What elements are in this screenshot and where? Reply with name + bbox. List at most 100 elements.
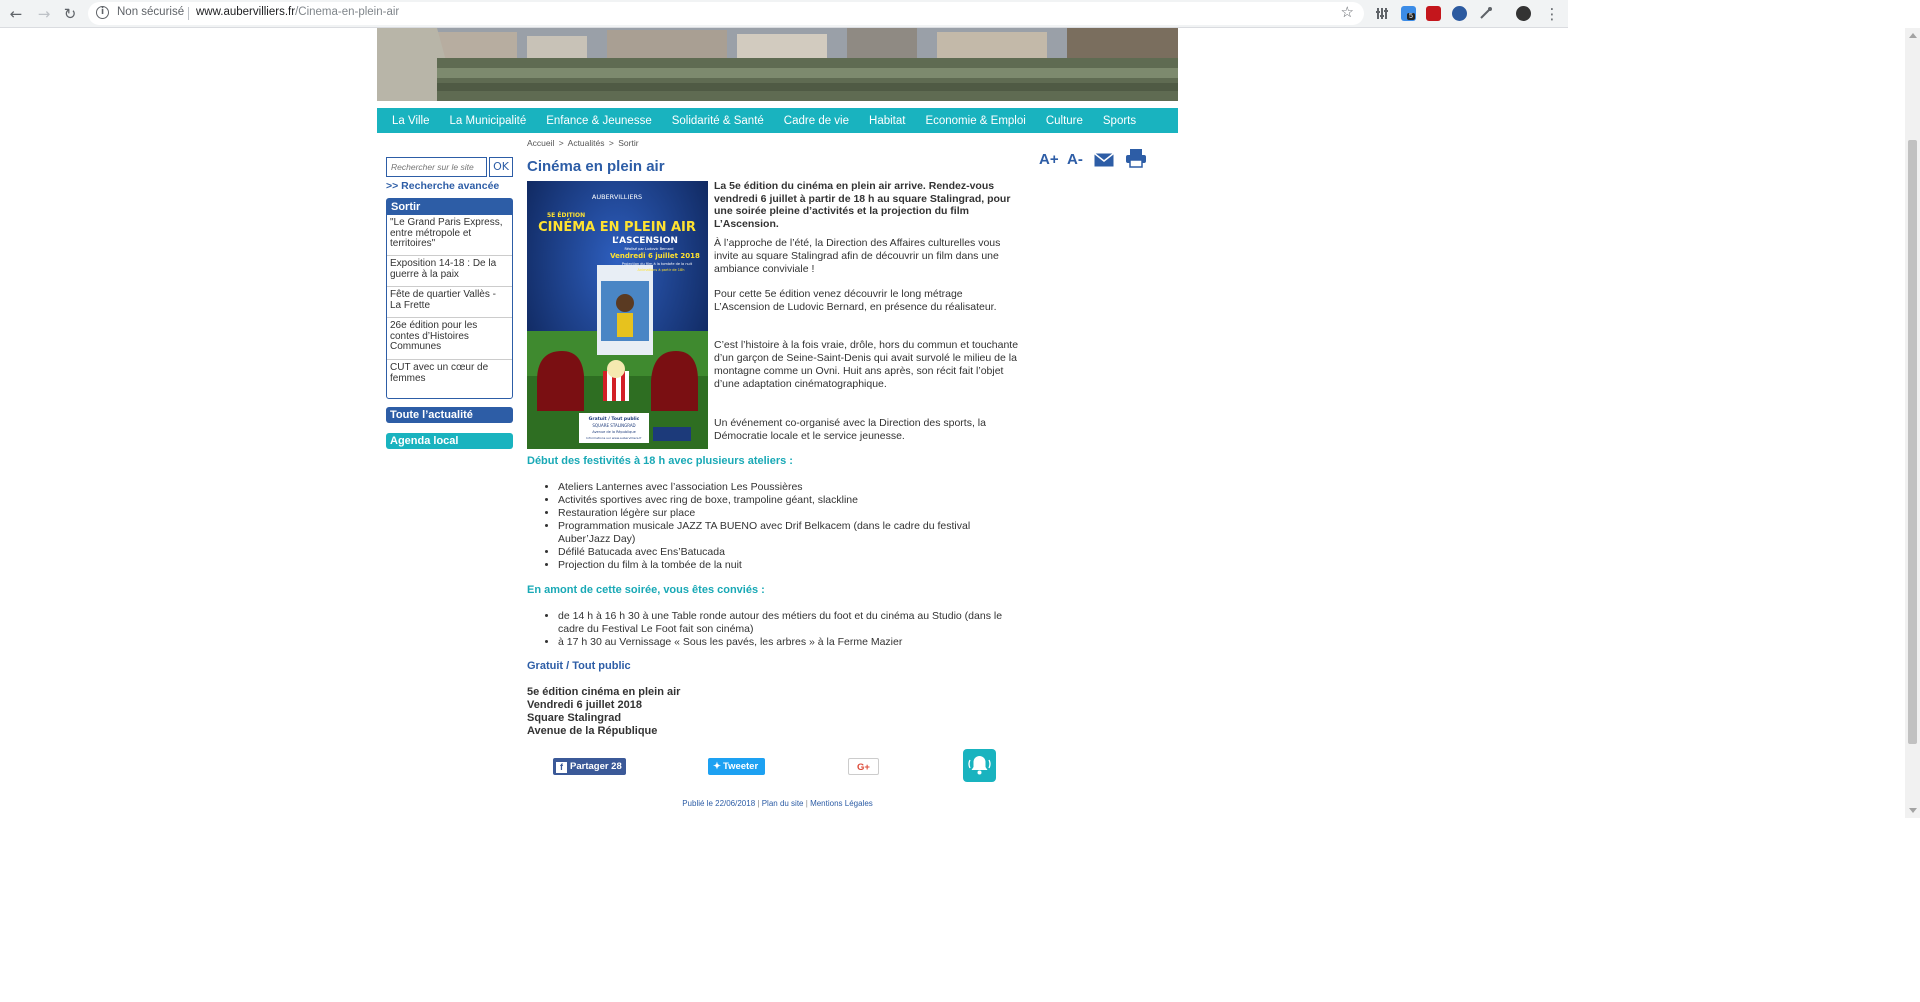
url-path: /Cinema-en-plein-air [295,6,400,18]
menu-item-municipalite[interactable]: La Municipalité [440,115,537,127]
amont-list: de 14 h à 16 h 30 à une Table ronde auto… [558,610,1003,649]
sortir-title[interactable]: Sortir [387,199,512,215]
menu-item-sports[interactable]: Sports [1093,115,1146,127]
scroll-up-icon[interactable] [1909,33,1917,38]
ateliers-list: Ateliers Lanternes avec l’association Le… [558,481,1003,572]
menu-item-la-ville[interactable]: La Ville [382,115,440,127]
bookmark-star-icon[interactable]: ☆ [1341,3,1354,21]
list-item: Programmation musicale JAZZ TA BUENO ave… [558,520,1003,546]
list-item: Restauration légère sur place [558,507,1003,520]
main-menu: La Ville La Municipalité Enfance & Jeune… [377,108,1178,133]
extension-badge-count: 5 [1407,13,1415,20]
sortir-box: Sortir "Le Grand Paris Express, entre mé… [386,198,513,399]
google-plus-share-button[interactable]: G+ [848,758,879,775]
menu-kebab-icon[interactable]: ⋮ [1542,4,1562,24]
scroll-down-icon[interactable] [1909,808,1917,813]
eyedropper-extension-icon[interactable] [1478,6,1493,21]
site-search: OK [386,157,514,177]
pdf-extension-icon[interactable] [1426,6,1441,21]
omnibox-divider [188,7,189,20]
font-increase-button[interactable]: A+ [1039,151,1059,168]
email-icon[interactable] [1094,152,1114,172]
advanced-search-link[interactable]: >> Recherche avancée [386,180,499,192]
banner-image [377,28,1178,101]
poster-director: Réalisé par Ludovic Bernard [625,247,674,251]
menu-item-culture[interactable]: Culture [1036,115,1093,127]
menu-item-enfance-jeunesse[interactable]: Enfance & Jeunesse [536,115,662,127]
site-map-link[interactable]: Plan du site [762,799,804,808]
url-domain: www.aubervilliers.fr [196,6,296,18]
published-date: Publié le 22/06/2018 [682,799,756,808]
breadcrumb-accueil[interactable]: Accueil [527,138,554,148]
extension-badge-icon[interactable]: 5 [1401,6,1416,21]
sortir-item[interactable]: Exposition 14-18 : De la guerre à la pai… [387,256,512,287]
article-intro: La 5e édition du cinéma en plein air arr… [714,180,1011,231]
event-info: 5e édition cinéma en plein air Vendredi … [527,686,680,738]
poster-line-2: Animations à partir de 18h [638,268,685,272]
article-tools: A+ A- [1037,148,1157,172]
poster-free: Gratuit / Tout public [589,416,640,422]
address-bar[interactable]: i Non sécurisé www.aubervilliers.fr/Cine… [88,2,1364,25]
sortir-item[interactable]: Fête de quartier Vallès - La Frette [387,287,512,318]
all-news-button[interactable]: Toute l’actualité [386,407,513,423]
list-item: Projection du film à la tombée de la nui… [558,559,1003,572]
forward-icon[interactable]: → [34,4,54,24]
profile-avatar[interactable] [1516,6,1531,21]
article-paragraph: Un événement co-organisé avec la Directi… [714,417,986,442]
poster-line-1: Projection du film à la tombée de la nui… [622,262,693,266]
page-content: Accueil > Actualités > Sortir OK >> Rech… [377,133,1178,818]
event-info-line: Square Stalingrad [527,712,622,724]
security-label: Non sécurisé [117,6,185,18]
menu-item-habitat[interactable]: Habitat [859,115,915,127]
article-title: Cinéma en plein air [527,158,665,175]
sortir-item[interactable]: "Le Grand Paris Express, entre métropole… [387,215,512,256]
footer-separator: | [805,799,808,808]
event-info-line: Vendredi 6 juillet 2018 [527,699,642,711]
gratuit-label: Gratuit / Tout public [527,660,631,672]
sortir-item[interactable]: CUT avec un cœur de femmes [387,360,512,394]
menu-item-economie-emploi[interactable]: Economie & Emploi [915,115,1035,127]
poster-city: AUBERVILLIERS [592,193,642,201]
globe-extension-icon[interactable] [1452,6,1467,21]
equalizer-extension-icon[interactable] [1375,6,1390,21]
event-poster: AUBERVILLIERS 5E ÉDITION CINÉMA EN PLEIN… [527,181,708,449]
page-footer: Publié le 22/06/2018 | Plan du site | Me… [377,799,1178,808]
facebook-share-label: Partager 28 [570,761,622,772]
breadcrumb-separator: > [608,138,614,148]
info-icon[interactable]: i [96,6,109,19]
page-scrollbar[interactable] [1905,28,1920,818]
sortir-item[interactable]: 26e édition pour les contes d’Histoires … [387,318,512,360]
breadcrumb-actualites[interactable]: Actualités [568,138,605,148]
event-info-line: Avenue de la République [527,725,658,737]
breadcrumb-separator: > [558,138,564,148]
footer-separator: | [757,799,760,808]
scroll-thumb[interactable] [1908,140,1917,744]
menu-item-cadre-de-vie[interactable]: Cadre de vie [774,115,859,127]
alert-bell-button[interactable] [963,749,996,782]
facebook-share-button[interactable]: f Partager 28 [553,758,626,775]
font-decrease-button[interactable]: A- [1067,151,1083,168]
twitter-share-button[interactable]: ✦ Tweeter [708,758,765,775]
menu-item-solidarite-sante[interactable]: Solidarité & Santé [662,115,774,127]
poster-more: Informations sur www.aubervilliers.fr [586,436,642,440]
poster-place: SQUARE STALINGRAD [592,423,635,428]
twitter-share-label: Tweeter [722,761,759,772]
reload-icon[interactable]: ↻ [60,4,80,24]
twitter-icon: ✦ [713,761,721,772]
search-ok-button[interactable]: OK [489,157,513,177]
poster-date: Vendredi 6 juillet 2018 [610,252,700,260]
list-item: Ateliers Lanternes avec l’association Le… [558,481,1003,494]
browser-toolbar: ← → ↻ i Non sécurisé www.aubervilliers.f… [0,0,1568,28]
print-icon[interactable] [1126,148,1146,173]
url-text[interactable]: www.aubervilliers.fr/Cinema-en-plein-air [196,6,399,18]
poster-film: L’ASCENSION [612,236,678,246]
search-input[interactable] [386,157,487,177]
list-item: à 17 h 30 au Vernissage « Sous les pavés… [558,636,1003,649]
event-info-line: 5e édition cinéma en plein air [527,686,681,698]
facebook-icon: f [556,762,567,773]
poster-headline: CINÉMA EN PLEIN AIR [538,219,696,235]
breadcrumb-sortir[interactable]: Sortir [618,138,638,148]
back-icon[interactable]: ← [6,4,26,24]
legal-notices-link[interactable]: Mentions Légales [810,799,873,808]
agenda-button[interactable]: Agenda local [386,433,513,449]
